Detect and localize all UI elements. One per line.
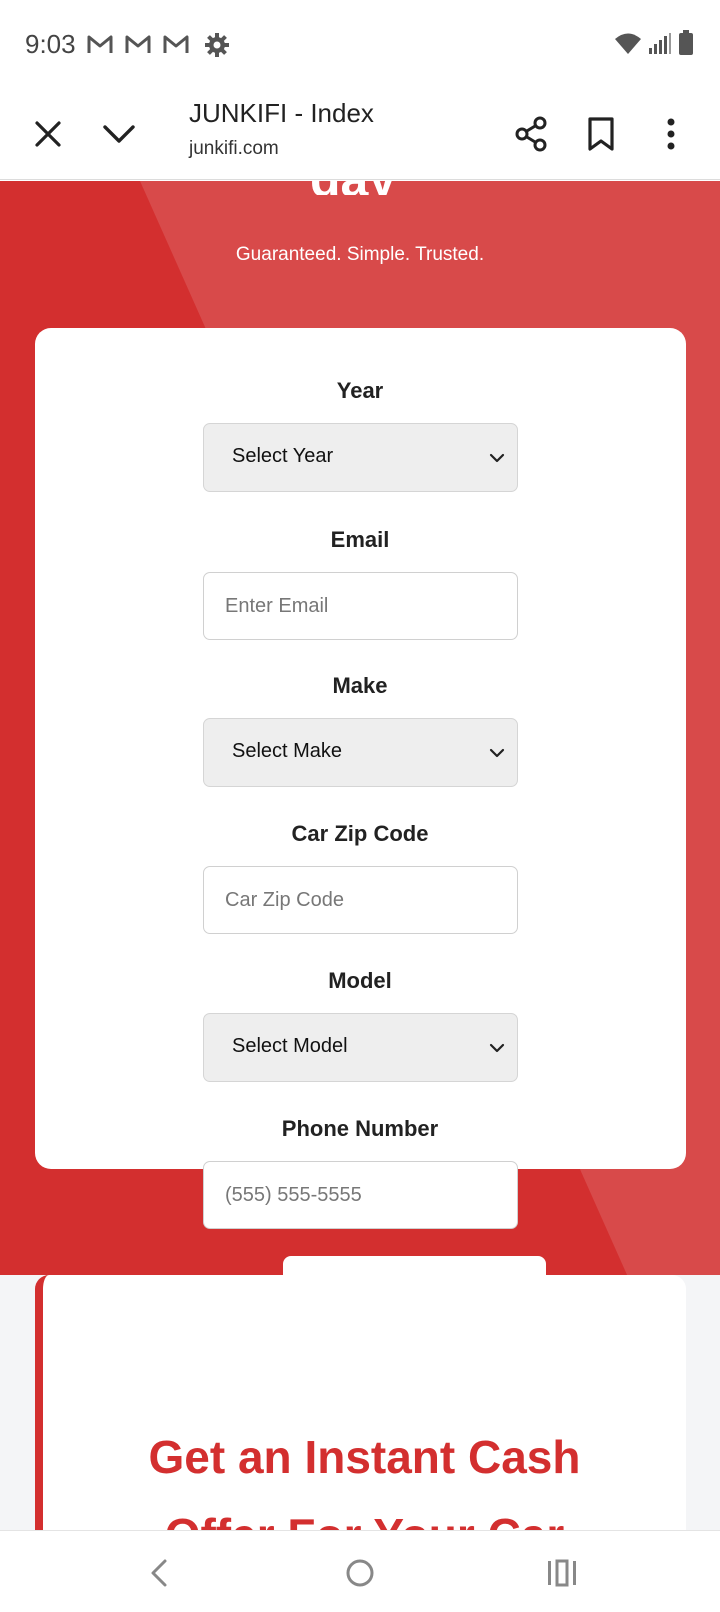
chevron-down-icon bbox=[103, 125, 135, 143]
share-icon bbox=[515, 116, 547, 152]
zip-code-field[interactable] bbox=[204, 867, 517, 933]
recents-button[interactable] bbox=[538, 1549, 586, 1597]
wifi-icon bbox=[615, 33, 641, 54]
browser-toolbar: JUNKIFI - Index junkifi.com bbox=[0, 88, 720, 180]
email-field-wrapper bbox=[203, 572, 518, 640]
year-select-value: Select Year bbox=[232, 445, 334, 467]
gmail-icon bbox=[87, 35, 113, 53]
chevron-down-icon bbox=[489, 1043, 505, 1053]
year-select[interactable]: Select Year bbox=[203, 423, 518, 492]
phone-field[interactable] bbox=[204, 1162, 517, 1228]
home-button[interactable] bbox=[336, 1549, 384, 1597]
phone-field-wrapper bbox=[203, 1161, 518, 1229]
notification-icons bbox=[86, 32, 190, 56]
zip-field-wrapper bbox=[203, 866, 518, 934]
bookmark-icon bbox=[588, 117, 614, 151]
home-icon bbox=[346, 1559, 374, 1587]
settings-icon bbox=[205, 33, 229, 57]
battery-icon bbox=[679, 30, 693, 55]
offer-card: Get an Instant Cash Offer For Your Car bbox=[35, 1275, 686, 1530]
offer-heading-line-1: Get an Instant Cash bbox=[148, 1431, 581, 1483]
chevron-down-icon bbox=[489, 453, 505, 463]
hero-heading-fragment: day bbox=[310, 181, 410, 195]
close-tab-button[interactable] bbox=[24, 110, 72, 158]
email-label: Email bbox=[330, 527, 390, 552]
page-url[interactable]: junkifi.com bbox=[189, 138, 279, 160]
zip-label: Car Zip Code bbox=[291, 821, 429, 846]
share-button[interactable] bbox=[507, 110, 555, 158]
phone-label: Phone Number bbox=[281, 1116, 439, 1141]
model-select[interactable]: Select Model bbox=[203, 1013, 518, 1082]
offer-heading: Get an Instant Cash Offer For Your Car bbox=[43, 1418, 686, 1530]
model-select-value: Select Model bbox=[232, 1035, 348, 1057]
make-select[interactable]: Select Make bbox=[203, 718, 518, 787]
model-label: Model bbox=[328, 968, 392, 993]
offer-heading-line-2: Offer For Your Car bbox=[43, 1496, 686, 1530]
bookmark-button[interactable] bbox=[577, 110, 625, 158]
signal-icon bbox=[649, 33, 671, 54]
status-time: 9:03 bbox=[25, 29, 76, 59]
email-field[interactable] bbox=[204, 573, 517, 639]
back-icon bbox=[151, 1559, 167, 1587]
gmail-icon bbox=[163, 35, 189, 53]
offer-section: Get an Instant Cash Offer For Your Car bbox=[0, 1275, 720, 1530]
minimize-button[interactable] bbox=[95, 110, 143, 158]
system-navigation-bar bbox=[0, 1530, 720, 1612]
page-title: JUNKIFI - Index bbox=[189, 98, 374, 128]
recents-icon bbox=[548, 1559, 576, 1587]
make-select-value: Select Make bbox=[232, 740, 343, 762]
year-label: Year bbox=[336, 378, 384, 403]
gmail-icon bbox=[125, 35, 151, 53]
chevron-down-icon bbox=[489, 748, 505, 758]
close-icon bbox=[35, 121, 61, 147]
make-label: Make bbox=[332, 673, 388, 698]
more-vert-icon bbox=[667, 118, 675, 150]
back-button[interactable] bbox=[135, 1549, 183, 1597]
status-bar: 9:03 bbox=[0, 0, 720, 88]
more-options-button[interactable] bbox=[647, 110, 695, 158]
system-status-icons bbox=[614, 30, 694, 56]
hero-tagline: Guaranteed. Simple. Trusted. bbox=[235, 244, 485, 265]
